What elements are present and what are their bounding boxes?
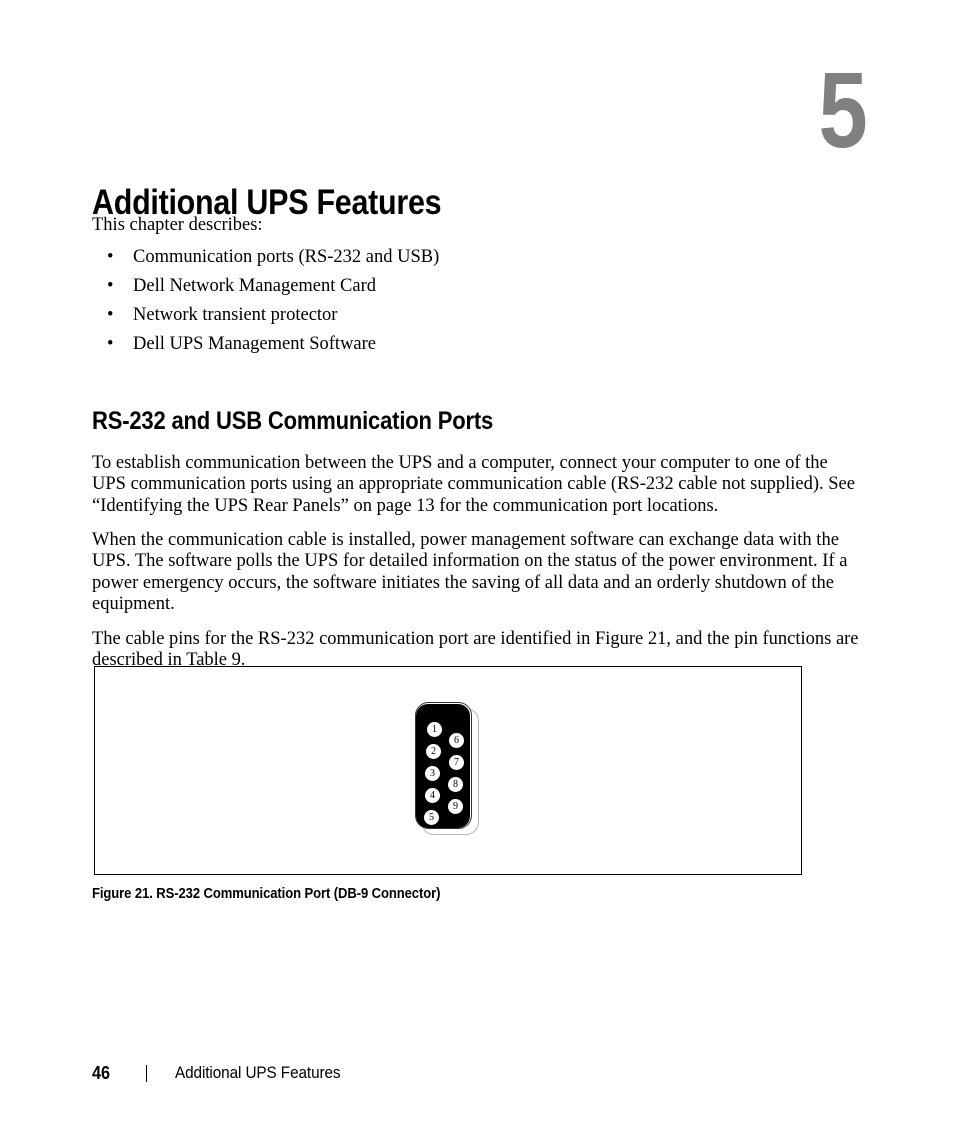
list-item-label: Dell Network Management Card bbox=[133, 276, 376, 296]
body-paragraph: When the communication cable is installe… bbox=[92, 529, 848, 615]
chapter-intro-text: This chapter describes: bbox=[92, 215, 263, 235]
figure-frame: 1 2 3 4 5 6 7 8 9 bbox=[94, 666, 802, 875]
document-page: 5 Additional UPS Features This chapter d… bbox=[0, 0, 954, 1145]
connector-pin: 5 bbox=[424, 809, 439, 825]
connector-pin: 6 bbox=[449, 732, 464, 748]
connector-pin: 3 bbox=[425, 765, 440, 781]
figure-caption: Figure 21. RS-232 Communication Port (DB… bbox=[92, 886, 441, 902]
connector-pin: 8 bbox=[448, 776, 463, 792]
body-paragraph: To establish communication between the U… bbox=[92, 452, 855, 516]
connector-pin: 7 bbox=[449, 754, 464, 770]
list-item-label: Network transient protector bbox=[133, 305, 338, 325]
bullet-icon: • bbox=[107, 247, 114, 267]
chapter-topic-list: • Communication ports (RS-232 and USB) •… bbox=[92, 243, 792, 359]
bullet-icon: • bbox=[107, 334, 114, 354]
list-item-label: Dell UPS Management Software bbox=[133, 334, 377, 354]
connector-body: 1 2 3 4 5 6 7 8 9 bbox=[414, 702, 472, 829]
footer-page-number: 46 bbox=[92, 1063, 111, 1083]
connector-pin: 4 bbox=[425, 787, 440, 803]
list-item: • Communication ports (RS-232 and USB) bbox=[92, 243, 792, 272]
list-item: • Network transient protector bbox=[92, 301, 792, 330]
chapter-number: 5 bbox=[818, 49, 867, 170]
connector-pin: 9 bbox=[448, 798, 463, 814]
page-footer: 46 Additional UPS Features bbox=[92, 1060, 359, 1086]
footer-separator-icon bbox=[146, 1064, 148, 1082]
section-heading: RS-232 and USB Communication Ports bbox=[92, 406, 494, 435]
bullet-icon: • bbox=[107, 276, 114, 296]
list-item: • Dell UPS Management Software bbox=[92, 330, 792, 359]
connector-pin: 2 bbox=[426, 743, 441, 759]
list-item: • Dell Network Management Card bbox=[92, 272, 792, 301]
list-item-label: Communication ports (RS-232 and USB) bbox=[133, 247, 440, 267]
connector-pin: 1 bbox=[427, 721, 442, 737]
db9-connector-icon: 1 2 3 4 5 6 7 8 9 bbox=[413, 702, 483, 838]
bullet-icon: • bbox=[107, 305, 114, 325]
footer-section-name: Additional UPS Features bbox=[175, 1063, 341, 1082]
